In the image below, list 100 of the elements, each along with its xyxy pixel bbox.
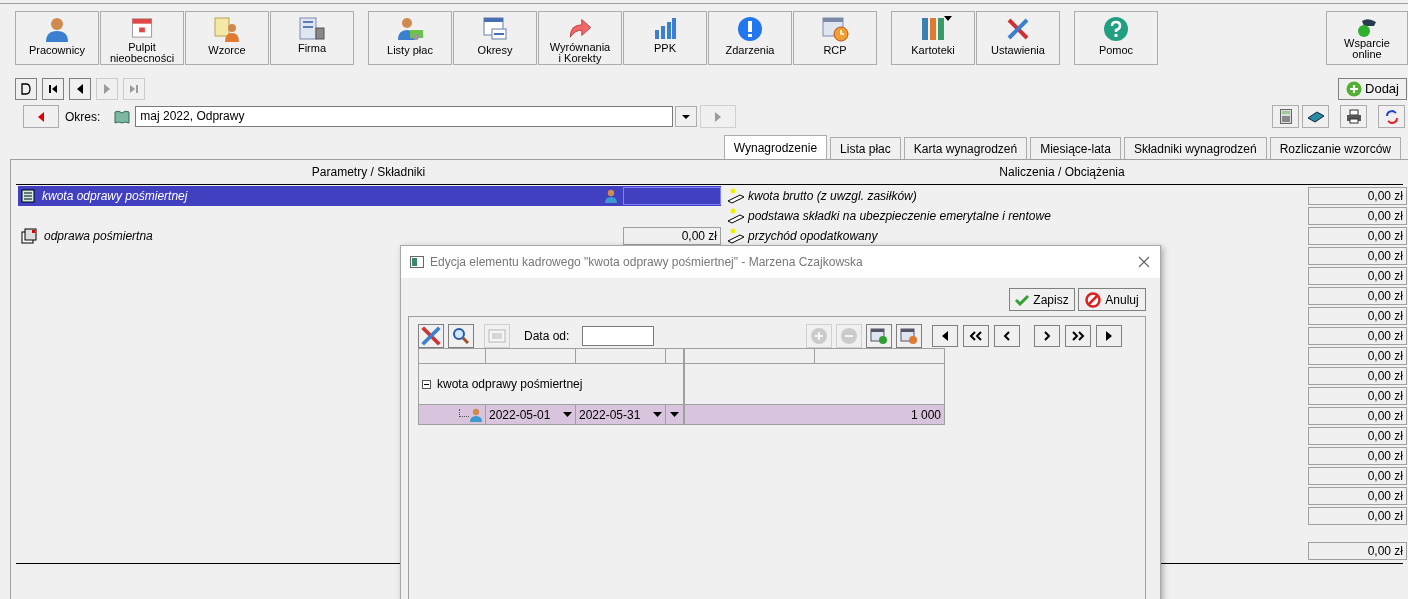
bar-chart-icon (653, 16, 677, 40)
person-money-icon (396, 16, 424, 42)
print-button[interactable] (1340, 105, 1367, 128)
toolbar-button[interactable]: Pomoc (1074, 11, 1158, 65)
toolbar-button[interactable]: Firma (270, 11, 354, 65)
tree-toggle-icon[interactable] (422, 379, 431, 389)
row-tool-button[interactable] (896, 324, 923, 348)
amount-field: 0,00 zł (1308, 407, 1407, 425)
tool-button[interactable] (448, 324, 474, 348)
amount-field: 0,00 zł (1308, 387, 1407, 405)
navigation-button[interactable] (69, 78, 91, 100)
add-button[interactable]: Dodaj (1338, 78, 1407, 100)
close-icon[interactable] (1138, 256, 1150, 268)
double-chevron-right-icon (1071, 331, 1086, 341)
pager-button[interactable] (994, 325, 1021, 347)
next-icon (1105, 331, 1114, 341)
tab[interactable]: Karta wynagrodzeń (903, 137, 1028, 159)
column-header: Parametry / Składniki (310, 164, 427, 181)
window-title: Edycja elementu kadrowego "kwota odprawy pośmiertnej" - Marzena Czajkowska (430, 254, 863, 271)
pen-dot-icon (726, 208, 746, 224)
toolbar-button[interactable]: Okresy (453, 11, 537, 65)
person-icon (44, 16, 70, 42)
prohibited-icon (1085, 291, 1102, 308)
book-icon (114, 109, 131, 124)
toolbar-button[interactable]: Ustawienia (976, 11, 1060, 65)
back-button[interactable] (23, 105, 59, 128)
tree-row[interactable]: 2022-05-01 2022-05-31 1 000 (419, 404, 944, 424)
book-button[interactable] (1302, 105, 1329, 128)
tab[interactable]: Lista płac (830, 137, 901, 159)
plus-icon (1346, 81, 1362, 97)
toolbar-button[interactable]: Pulpit nieobecności (100, 11, 184, 65)
building-icon (298, 16, 326, 40)
pager-button[interactable] (1034, 325, 1061, 347)
charge-label: podstawa składki na ubezpieczenie emerytalne i rentowe (748, 208, 1051, 225)
toolbar-button[interactable]: Wyrównania i Korekty (538, 11, 622, 65)
window-icon (410, 256, 424, 268)
tool-button[interactable] (418, 324, 444, 348)
amount-field: 0,00 zł (1308, 287, 1407, 305)
toolbar-button[interactable]: PPK (623, 11, 707, 65)
add-record-icon (870, 327, 889, 345)
caret-icon[interactable] (563, 412, 572, 417)
calendar-icon (130, 16, 154, 39)
cancel-button[interactable]: Anuluj (1078, 288, 1146, 311)
amount-field: 0,00 zł (1308, 347, 1407, 365)
toolbar-button[interactable]: Zdarzenia (708, 11, 792, 65)
row-tool-button[interactable] (866, 324, 893, 348)
calendar-window-icon (482, 16, 508, 42)
help-icon (1103, 16, 1129, 42)
amount-field: 0,00 zł (1308, 367, 1407, 385)
toolbar-button[interactable]: Listy płac (368, 11, 452, 65)
number-field-icon (488, 329, 506, 343)
search-icon (452, 327, 470, 345)
pager-button[interactable] (1065, 325, 1092, 347)
pager-button[interactable] (963, 325, 990, 347)
date-from-field[interactable] (582, 326, 655, 346)
calculator-button[interactable] (1272, 105, 1299, 128)
previous-icon (38, 111, 44, 122)
tree-item-label[interactable]: kwota odprawy pośmiertnej (437, 375, 583, 393)
documents-people-icon (213, 16, 241, 42)
pager-button[interactable] (932, 325, 959, 347)
tab[interactable]: Składniki wynagrodzeń (1123, 137, 1267, 159)
navigation-button[interactable] (15, 78, 37, 100)
period-field[interactable]: maj 2022, Odprawy (135, 106, 674, 127)
caret-icon (682, 114, 691, 119)
dropdown-button[interactable] (675, 106, 698, 127)
pager-button[interactable] (1096, 325, 1123, 347)
refresh-icon (1383, 108, 1400, 125)
toolbar-button[interactable]: Wsparcie online (1326, 11, 1408, 65)
toolbar-button[interactable]: RCP (793, 11, 877, 65)
refresh-button[interactable] (1378, 105, 1405, 128)
amount-field: 0,00 zł (1308, 187, 1407, 205)
amount-field: 0,00 zł (1308, 307, 1407, 325)
first-icon (48, 84, 58, 94)
next-icon (714, 111, 723, 122)
documents-icon (21, 228, 37, 244)
date-to-cell[interactable]: 2022-05-31 (579, 405, 653, 424)
calendar-clock-icon (821, 16, 849, 42)
previous-icon (941, 331, 950, 341)
toolbar-button[interactable]: Kartoteki (891, 11, 975, 65)
tab[interactable]: Miesiące-lata (1030, 137, 1121, 159)
charge-label: przychód opodatkowany (748, 228, 878, 245)
exclamation-icon (737, 16, 763, 42)
tab[interactable]: Wynagrodzenie (723, 135, 828, 159)
amount-field: 0,00 zł (1308, 207, 1407, 225)
plus-icon (810, 327, 829, 345)
person-icon (604, 189, 618, 203)
chat-icon (1356, 18, 1378, 38)
binders-icon (920, 16, 946, 42)
toolbar-button[interactable]: Pracownicy (15, 11, 99, 65)
remove-record-icon (900, 327, 919, 345)
component-row[interactable]: kwota odprawy pośmiertnej (18, 186, 721, 206)
amount-field: 0,00 zł (1308, 447, 1407, 465)
amount-field: 0,00 zł (1308, 542, 1407, 560)
save-button[interactable]: Zapisz (1009, 288, 1075, 311)
date-from-cell[interactable]: 2022-05-01 (489, 405, 563, 424)
tab[interactable]: Rozliczanie wzorców (1269, 137, 1401, 159)
value-cell-text: 1 000 (909, 406, 942, 424)
toolbar-button[interactable]: Wzorce (185, 11, 269, 65)
navigation-button[interactable] (42, 78, 64, 100)
page-icon (20, 83, 32, 95)
